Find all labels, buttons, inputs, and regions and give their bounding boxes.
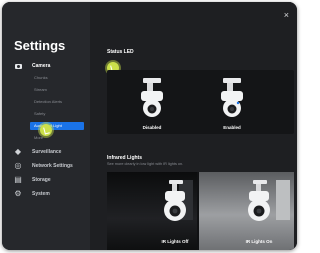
sidebar-item-storage[interactable]: ▤ Storage: [14, 175, 86, 185]
ir-option-on[interactable]: IR Lights On: [239, 239, 279, 244]
camera-ir-off-image: [164, 180, 186, 221]
close-icon[interactable]: ×: [284, 11, 289, 20]
sidebar-subitem-chunks[interactable]: Chunks: [34, 74, 48, 82]
storage-icon: ▤: [14, 175, 22, 184]
sidebar-subitem-detection-alerts[interactable]: Detection Alerts: [34, 98, 62, 106]
sidebar: Settings Camera Chunks Stream Detection …: [2, 2, 90, 250]
infrared-title: Infrared Lights: [107, 155, 143, 161]
sidebar-item-label: Surveillance: [32, 149, 62, 155]
led-option-enabled[interactable]: Enabled: [212, 125, 252, 130]
sidebar-subitem-more[interactable]: More: [34, 134, 43, 142]
main-content: × Status LED Disabled Enabled Infrared L…: [90, 2, 297, 250]
sidebar-subitem-stream[interactable]: Stream: [34, 86, 47, 94]
status-led-panel: Disabled Enabled: [107, 70, 294, 134]
sidebar-item-label: System: [32, 191, 50, 197]
infrared-subtitle: See more clearly in low light with IR li…: [107, 162, 184, 166]
camera-enabled-image[interactable]: [221, 78, 243, 117]
gear-icon: ⚙: [14, 189, 22, 198]
cursor-indicator-icon: [40, 124, 52, 136]
sidebar-item-system[interactable]: ⚙ System: [14, 189, 86, 199]
sidebar-subitem-safety[interactable]: Safety: [34, 110, 45, 118]
sidebar-item-label: Network Settings: [32, 163, 73, 169]
sidebar-item-label: Camera: [32, 63, 51, 69]
shield-icon: ◆: [14, 147, 22, 156]
sidebar-item-surveillance[interactable]: ◆ Surveillance: [14, 147, 86, 157]
sidebar-item-camera[interactable]: Camera: [14, 61, 86, 71]
globe-icon: ◎: [14, 161, 22, 170]
page-title: Settings: [14, 38, 66, 53]
infrared-panel: IR Lights Off IR Lights On: [107, 172, 294, 250]
ir-option-off[interactable]: IR Lights Off: [155, 239, 195, 244]
camera-icon: [14, 62, 22, 70]
led-option-disabled[interactable]: Disabled: [132, 125, 172, 130]
sidebar-subitem-audio-and-light[interactable]: Audio and Light: [30, 122, 84, 130]
sidebar-item-network-settings[interactable]: ◎ Network Settings: [14, 161, 86, 171]
status-led-title: Status LED: [107, 49, 134, 55]
camera-ir-on-image: [248, 180, 270, 221]
settings-window: Settings Camera Chunks Stream Detection …: [2, 2, 297, 250]
camera-disabled-image[interactable]: [141, 78, 163, 117]
sidebar-item-label: Storage: [32, 177, 51, 183]
